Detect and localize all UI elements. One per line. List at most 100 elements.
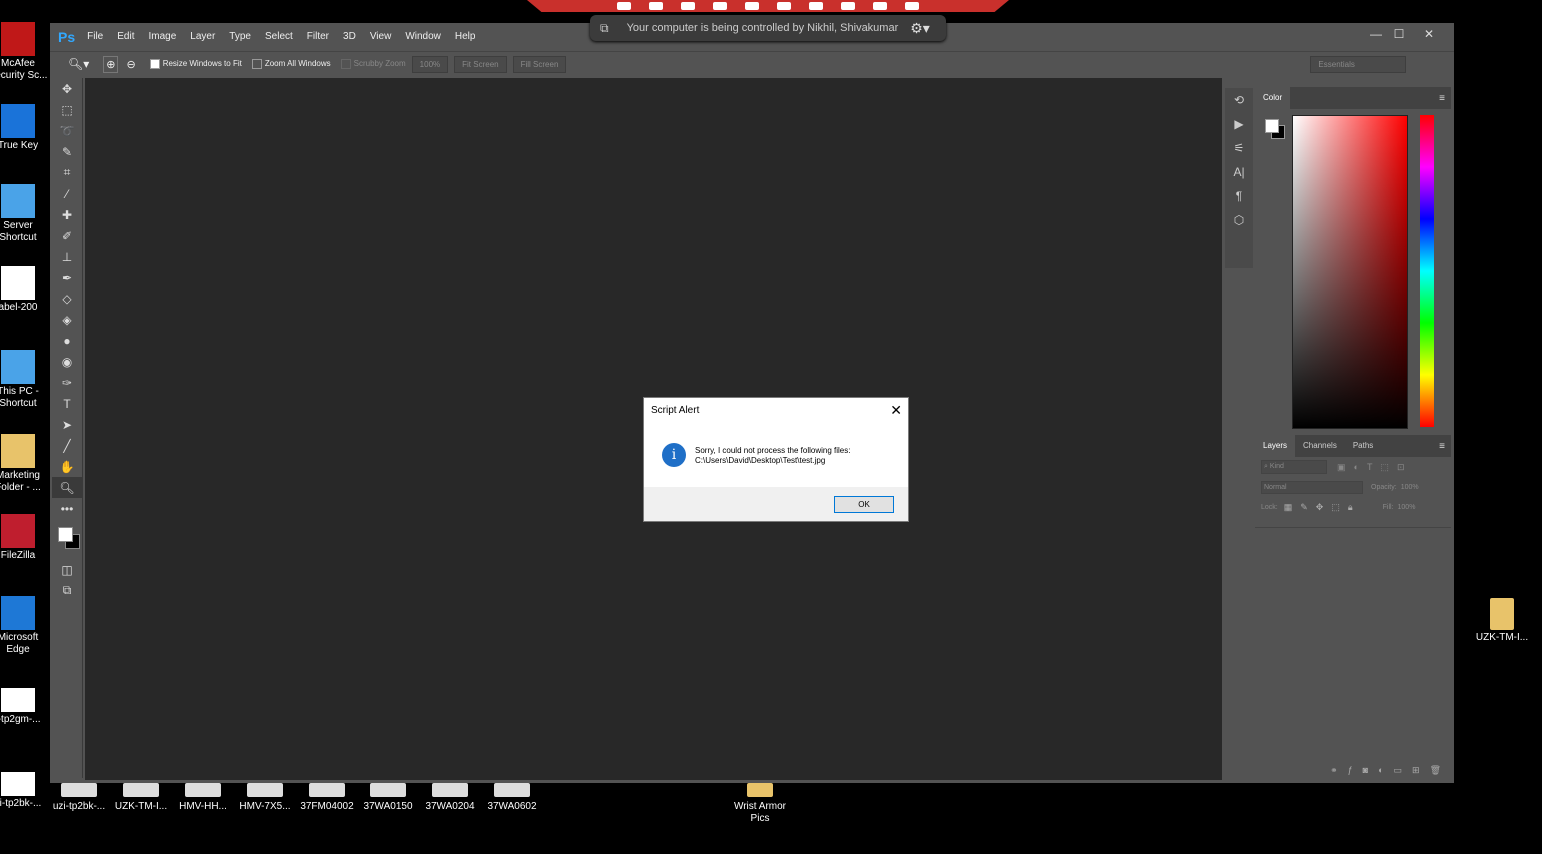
zoom-tool-icon[interactable]: 🔍︎▾ (68, 57, 89, 71)
desktop-icon[interactable]: Marketing Folder - ... (0, 434, 56, 494)
brush-tool-icon[interactable]: ✐ (52, 225, 82, 246)
crop-tool-icon[interactable]: ⌗ (52, 162, 82, 183)
desktop-icon[interactable]: McAfee Security Sc... (0, 22, 56, 82)
desktop-icon[interactable]: 37WA0602 (474, 783, 550, 813)
panel-menu-icon[interactable]: ≡ (1439, 93, 1445, 104)
color-picker-field[interactable] (1292, 115, 1408, 429)
lock-icons[interactable]: ▦✎✥⬚🔒︎ (1284, 502, 1361, 513)
path-select-tool-icon[interactable]: ➤ (52, 414, 82, 435)
toolbar-icon[interactable] (841, 2, 855, 10)
dodge-tool-icon[interactable]: ◉ (52, 351, 82, 372)
toolbar-icon[interactable] (873, 2, 887, 10)
foreground-color-swatch[interactable] (58, 527, 73, 542)
menu-image[interactable]: Image (148, 31, 176, 42)
group-icon[interactable]: ▭ (1394, 765, 1413, 775)
fill-screen-button[interactable]: Fill Screen (512, 55, 567, 73)
toolbar-icon[interactable] (905, 2, 919, 10)
toolbar-icon[interactable] (745, 2, 759, 10)
remote-toolbar[interactable] (527, 0, 1009, 12)
gear-icon[interactable]: ⚙▾ (910, 20, 930, 37)
menu-window[interactable]: Window (405, 31, 441, 42)
move-tool-icon[interactable]: ✥ (52, 78, 82, 99)
blur-tool-icon[interactable]: ● (52, 330, 82, 351)
desktop-icon[interactable]: i-tp2gm-... (0, 688, 56, 726)
quick-mask-icon[interactable]: ◫ (52, 559, 82, 580)
link-icon[interactable]: ⚭ (1330, 765, 1348, 775)
toolbar-icon[interactable] (809, 2, 823, 10)
screen-mode-icon[interactable]: ⧉ (52, 580, 82, 601)
desktop-icon[interactable]: Microsoft Edge (0, 596, 56, 656)
paragraph-icon[interactable]: ¶ (1225, 184, 1253, 208)
line-tool-icon[interactable]: ╱ (52, 435, 82, 456)
character-icon[interactable]: A| (1225, 160, 1253, 184)
menu-help[interactable]: Help (455, 31, 476, 42)
menu-type[interactable]: Type (229, 31, 251, 42)
menu-layer[interactable]: Layer (190, 31, 215, 42)
bucket-tool-icon[interactable]: ◈ (52, 309, 82, 330)
desktop-icon[interactable]: abel-200 (0, 266, 56, 314)
desktop-icon[interactable]: This PC - Shortcut (0, 350, 56, 410)
pen-tool-icon[interactable]: ✑ (52, 372, 82, 393)
tab-channels[interactable]: Channels (1295, 435, 1345, 457)
stamp-tool-icon[interactable]: ⊥ (52, 246, 82, 267)
toolbar-icon[interactable] (681, 2, 695, 10)
fx-icon[interactable]: ƒ (1348, 765, 1363, 775)
zoom-in-icon[interactable]: ⊕ (103, 55, 119, 73)
type-tool-icon[interactable]: T (52, 393, 82, 414)
healing-tool-icon[interactable]: ✚ (52, 204, 82, 225)
zoom-all-windows-checkbox[interactable]: Zoom All Windows (251, 59, 331, 69)
fit-screen-button[interactable]: Fit Screen (454, 55, 507, 73)
minimize-button[interactable]: — (1365, 27, 1387, 41)
fill-value[interactable]: 100% (1398, 504, 1416, 511)
tab-layers[interactable]: Layers (1255, 435, 1296, 457)
toolbar-icon[interactable] (617, 2, 631, 10)
mask-icon[interactable]: ◙ (1363, 765, 1378, 775)
zoom-percent-button[interactable]: 100% (411, 55, 449, 73)
tab-color[interactable]: Color (1255, 87, 1291, 109)
hue-slider[interactable] (1420, 115, 1434, 427)
resize-windows-checkbox[interactable]: Resize Windows to Fit (149, 59, 242, 69)
desktop-icon-wrist-armor[interactable]: Wrist Armor Pics (722, 783, 798, 825)
maximize-button[interactable]: ☐ (1388, 27, 1410, 41)
3d-icon[interactable]: ⬡ (1225, 208, 1253, 232)
filter-icons[interactable]: ▣◐T⬚⊡ (1337, 462, 1412, 473)
fg-swatch[interactable] (1265, 119, 1279, 133)
workspace-select[interactable]: Essentials (1310, 55, 1407, 73)
menu-edit[interactable]: Edit (117, 31, 134, 42)
desktop-icon[interactable]: Server Shortcut (0, 184, 56, 244)
desktop-icon[interactable]: FileZilla (0, 514, 56, 562)
opacity-value[interactable]: 100% (1401, 484, 1419, 491)
toolbar-icon[interactable] (713, 2, 727, 10)
color-swatches[interactable] (52, 519, 82, 559)
history-brush-tool-icon[interactable]: ✒ (52, 267, 82, 288)
menu-view[interactable]: View (370, 31, 392, 42)
desktop-icon[interactable]: True Key (0, 104, 56, 152)
eraser-tool-icon[interactable]: ◇ (52, 288, 82, 309)
close-icon[interactable]: ✕ (890, 402, 902, 419)
zoom-tool-icon[interactable]: 🔍︎ (52, 477, 82, 498)
zoom-out-icon[interactable]: ⊖ (126, 58, 135, 71)
toolbar-icon[interactable] (777, 2, 791, 10)
adjustment-icon[interactable]: ◐ (1378, 765, 1393, 775)
eyedropper-tool-icon[interactable]: ⁄ (52, 183, 82, 204)
lasso-tool-icon[interactable]: ➰ (52, 120, 82, 141)
desktop-icon-uzk-right[interactable]: UZK-TM-I... (1464, 598, 1540, 644)
brush-settings-icon[interactable]: ⚟ (1225, 136, 1253, 160)
new-layer-icon[interactable]: ⊞ (1412, 765, 1430, 775)
actions-icon[interactable]: ▶ (1225, 112, 1253, 136)
ok-button[interactable]: OK (834, 496, 894, 513)
quick-select-tool-icon[interactable]: ✎ (52, 141, 82, 162)
menu-3d[interactable]: 3D (343, 31, 356, 42)
close-button[interactable]: ✕ (1418, 27, 1440, 41)
panel-menu-icon[interactable]: ≡ (1439, 441, 1445, 452)
tab-paths[interactable]: Paths (1345, 435, 1381, 457)
toolbar-icon[interactable] (649, 2, 663, 10)
hand-tool-icon[interactable]: ✋ (52, 456, 82, 477)
marquee-tool-icon[interactable]: ⬚ (52, 99, 82, 120)
history-icon[interactable]: ⟲ (1225, 88, 1253, 112)
kind-filter-select[interactable]: ⌕ Kind (1261, 460, 1327, 474)
layers-list[interactable] (1255, 527, 1451, 750)
more-tools-icon[interactable]: ••• (52, 498, 82, 519)
scrubby-zoom-checkbox[interactable]: Scrubby Zoom (340, 59, 406, 69)
menu-select[interactable]: Select (265, 31, 293, 42)
